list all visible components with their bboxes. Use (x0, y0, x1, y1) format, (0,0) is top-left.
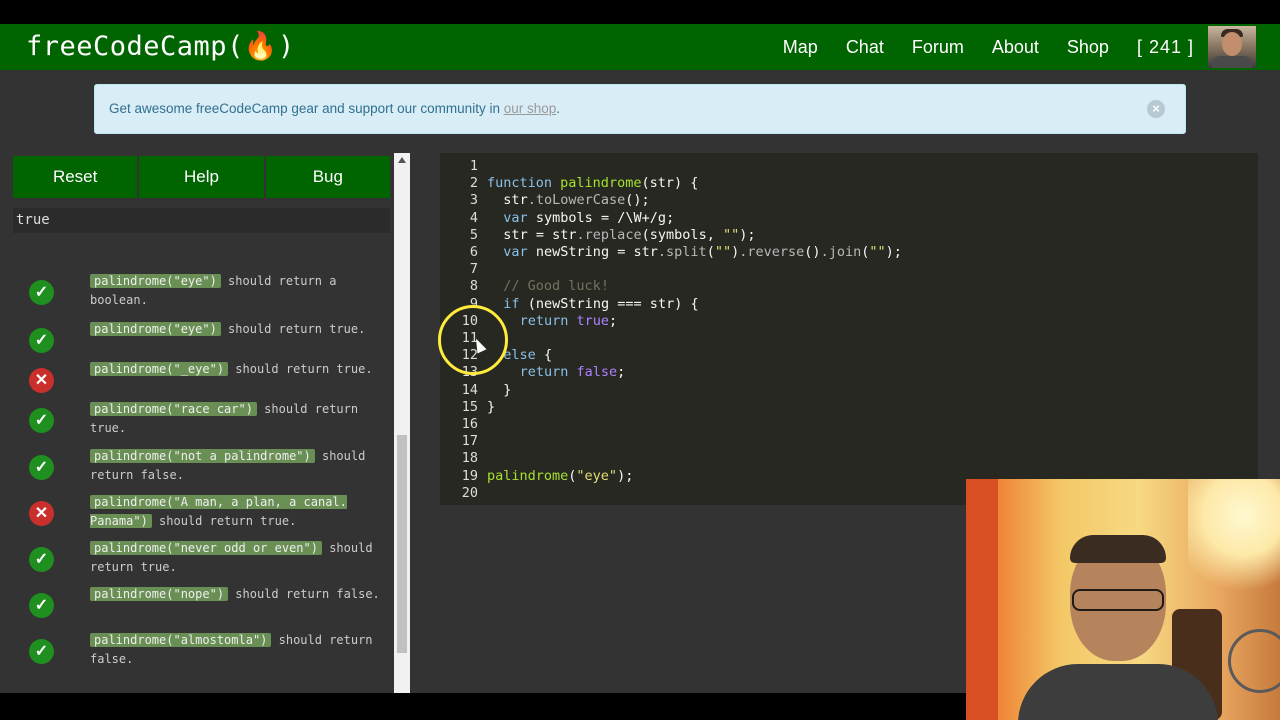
nav-link-about[interactable]: About (992, 37, 1039, 58)
test-description: palindrome("A man, a plan, a canal. Pana… (90, 493, 380, 531)
code-text: // Good luck! (503, 278, 609, 295)
line-number: 16 (461, 416, 478, 432)
bug-button[interactable]: Bug (265, 156, 390, 198)
test-description: palindrome("eye") should return true. (90, 320, 380, 339)
line-number: 19 (461, 467, 478, 484)
test-code: palindrome("never odd or even") (90, 541, 322, 555)
code-text: str.toLowerCase(); (503, 192, 650, 209)
close-icon[interactable]: × (1147, 100, 1165, 118)
test-code: palindrome("_eye") (90, 362, 229, 376)
test-expectation: should return false. (228, 587, 380, 601)
line-number: 17 (461, 433, 478, 450)
line-number: 18 (461, 450, 478, 467)
test-code: palindrome("race car") (90, 402, 257, 416)
line-number: 20 (461, 484, 478, 501)
line-number: 6 (469, 244, 478, 260)
webcam-overlay (966, 479, 1280, 720)
test-description: palindrome("nope") should return false. (90, 585, 380, 604)
points-counter[interactable]: [ 241 ] (1137, 37, 1194, 58)
line-number: 15 (461, 398, 478, 415)
alert-shop-link[interactable]: our shop (504, 101, 557, 116)
bottom-black-bar (0, 693, 966, 720)
check-icon: ✓ (29, 328, 54, 353)
line-number: 1 (469, 158, 478, 174)
alert-suffix: . (556, 101, 561, 116)
nav-link-forum[interactable]: Forum (912, 37, 964, 58)
scroll-thumb[interactable] (397, 435, 407, 653)
code-text: return true; (519, 312, 618, 329)
code-text: var newString = str.split("").reverse().… (503, 244, 902, 260)
test-code: palindrome("eye") (90, 322, 221, 336)
scroll-up-icon[interactable] (398, 157, 406, 163)
code-text: function palindrome(str) { (487, 175, 699, 192)
test-expectation: should return true. (228, 362, 373, 376)
test-expectation: should return true. (220, 322, 366, 336)
test-description: palindrome("_eye") should return true. (90, 360, 380, 379)
x-icon: ✕ (29, 501, 54, 526)
test-description: palindrome("not a palindrome") should re… (90, 447, 380, 485)
check-icon: ✓ (29, 455, 54, 480)
code-text: palindrome("eye"); (487, 467, 634, 484)
check-icon: ✓ (29, 547, 54, 572)
test-description: palindrome("almostomla") should return f… (90, 631, 380, 669)
test-code: palindrome("nope") (90, 587, 229, 601)
nav-links: Map Chat Forum About Shop [ 241 ] (783, 24, 1194, 70)
avatar[interactable] (1208, 26, 1256, 68)
line-number: 4 (469, 209, 478, 226)
code-text: } (503, 381, 512, 398)
check-icon: ✓ (29, 408, 54, 433)
check-icon: ✓ (29, 639, 54, 664)
code-text: if (newString === str) { (503, 295, 699, 312)
nav-link-shop[interactable]: Shop (1067, 37, 1109, 58)
line-number: 5 (469, 226, 478, 243)
test-description: palindrome("never odd or even") should r… (90, 539, 380, 577)
challenge-panel: Reset Help Bug true ✓ palindrome("eye") s… (0, 150, 394, 700)
check-icon: ✓ (29, 593, 54, 618)
logo[interactable]: freeCodeCamp(🔥) (26, 30, 295, 62)
line-number: 7 (469, 261, 478, 278)
code-text: str = str.replace(symbols, ""); (503, 226, 756, 243)
help-button[interactable]: Help (139, 156, 264, 198)
line-number: 14 (461, 381, 478, 398)
code-text: var symbols = /\W+/g; (503, 209, 675, 226)
reset-button[interactable]: Reset (13, 156, 138, 198)
test-code: palindrome("eye") (90, 274, 221, 288)
check-icon: ✓ (29, 280, 54, 305)
scrollbar[interactable] (394, 153, 410, 693)
test-expectation: should return true. (151, 514, 297, 528)
test-description: palindrome("eye") should return a boolea… (90, 272, 380, 310)
code-editor[interactable]: 1 2 function palindrome(str) { 3 str.toLowe… (440, 153, 1258, 505)
nav-link-map[interactable]: Map (783, 37, 818, 58)
top-black-bar (0, 0, 1280, 24)
navbar: freeCodeCamp(🔥) Map Chat Forum About Sho… (0, 24, 1280, 70)
action-buttons: Reset Help Bug (13, 156, 390, 198)
test-code: palindrome("almostomla") (90, 633, 272, 647)
line-number: 8 (469, 278, 478, 295)
code-text: return false; (519, 364, 626, 381)
nav-link-chat[interactable]: Chat (846, 37, 884, 58)
code-text: } (487, 398, 496, 415)
line-number: 3 (469, 192, 478, 209)
x-icon: ✕ (29, 368, 54, 393)
line-number: 2 (469, 175, 478, 192)
test-code: palindrome("not a palindrome") (90, 449, 315, 463)
test-description: palindrome("race car") should return tru… (90, 400, 380, 438)
output-console: true (13, 208, 390, 233)
shop-alert: Get awesome freeCodeCamp gear and suppor… (94, 84, 1186, 134)
alert-text: Get awesome freeCodeCamp gear and suppor… (109, 101, 504, 116)
